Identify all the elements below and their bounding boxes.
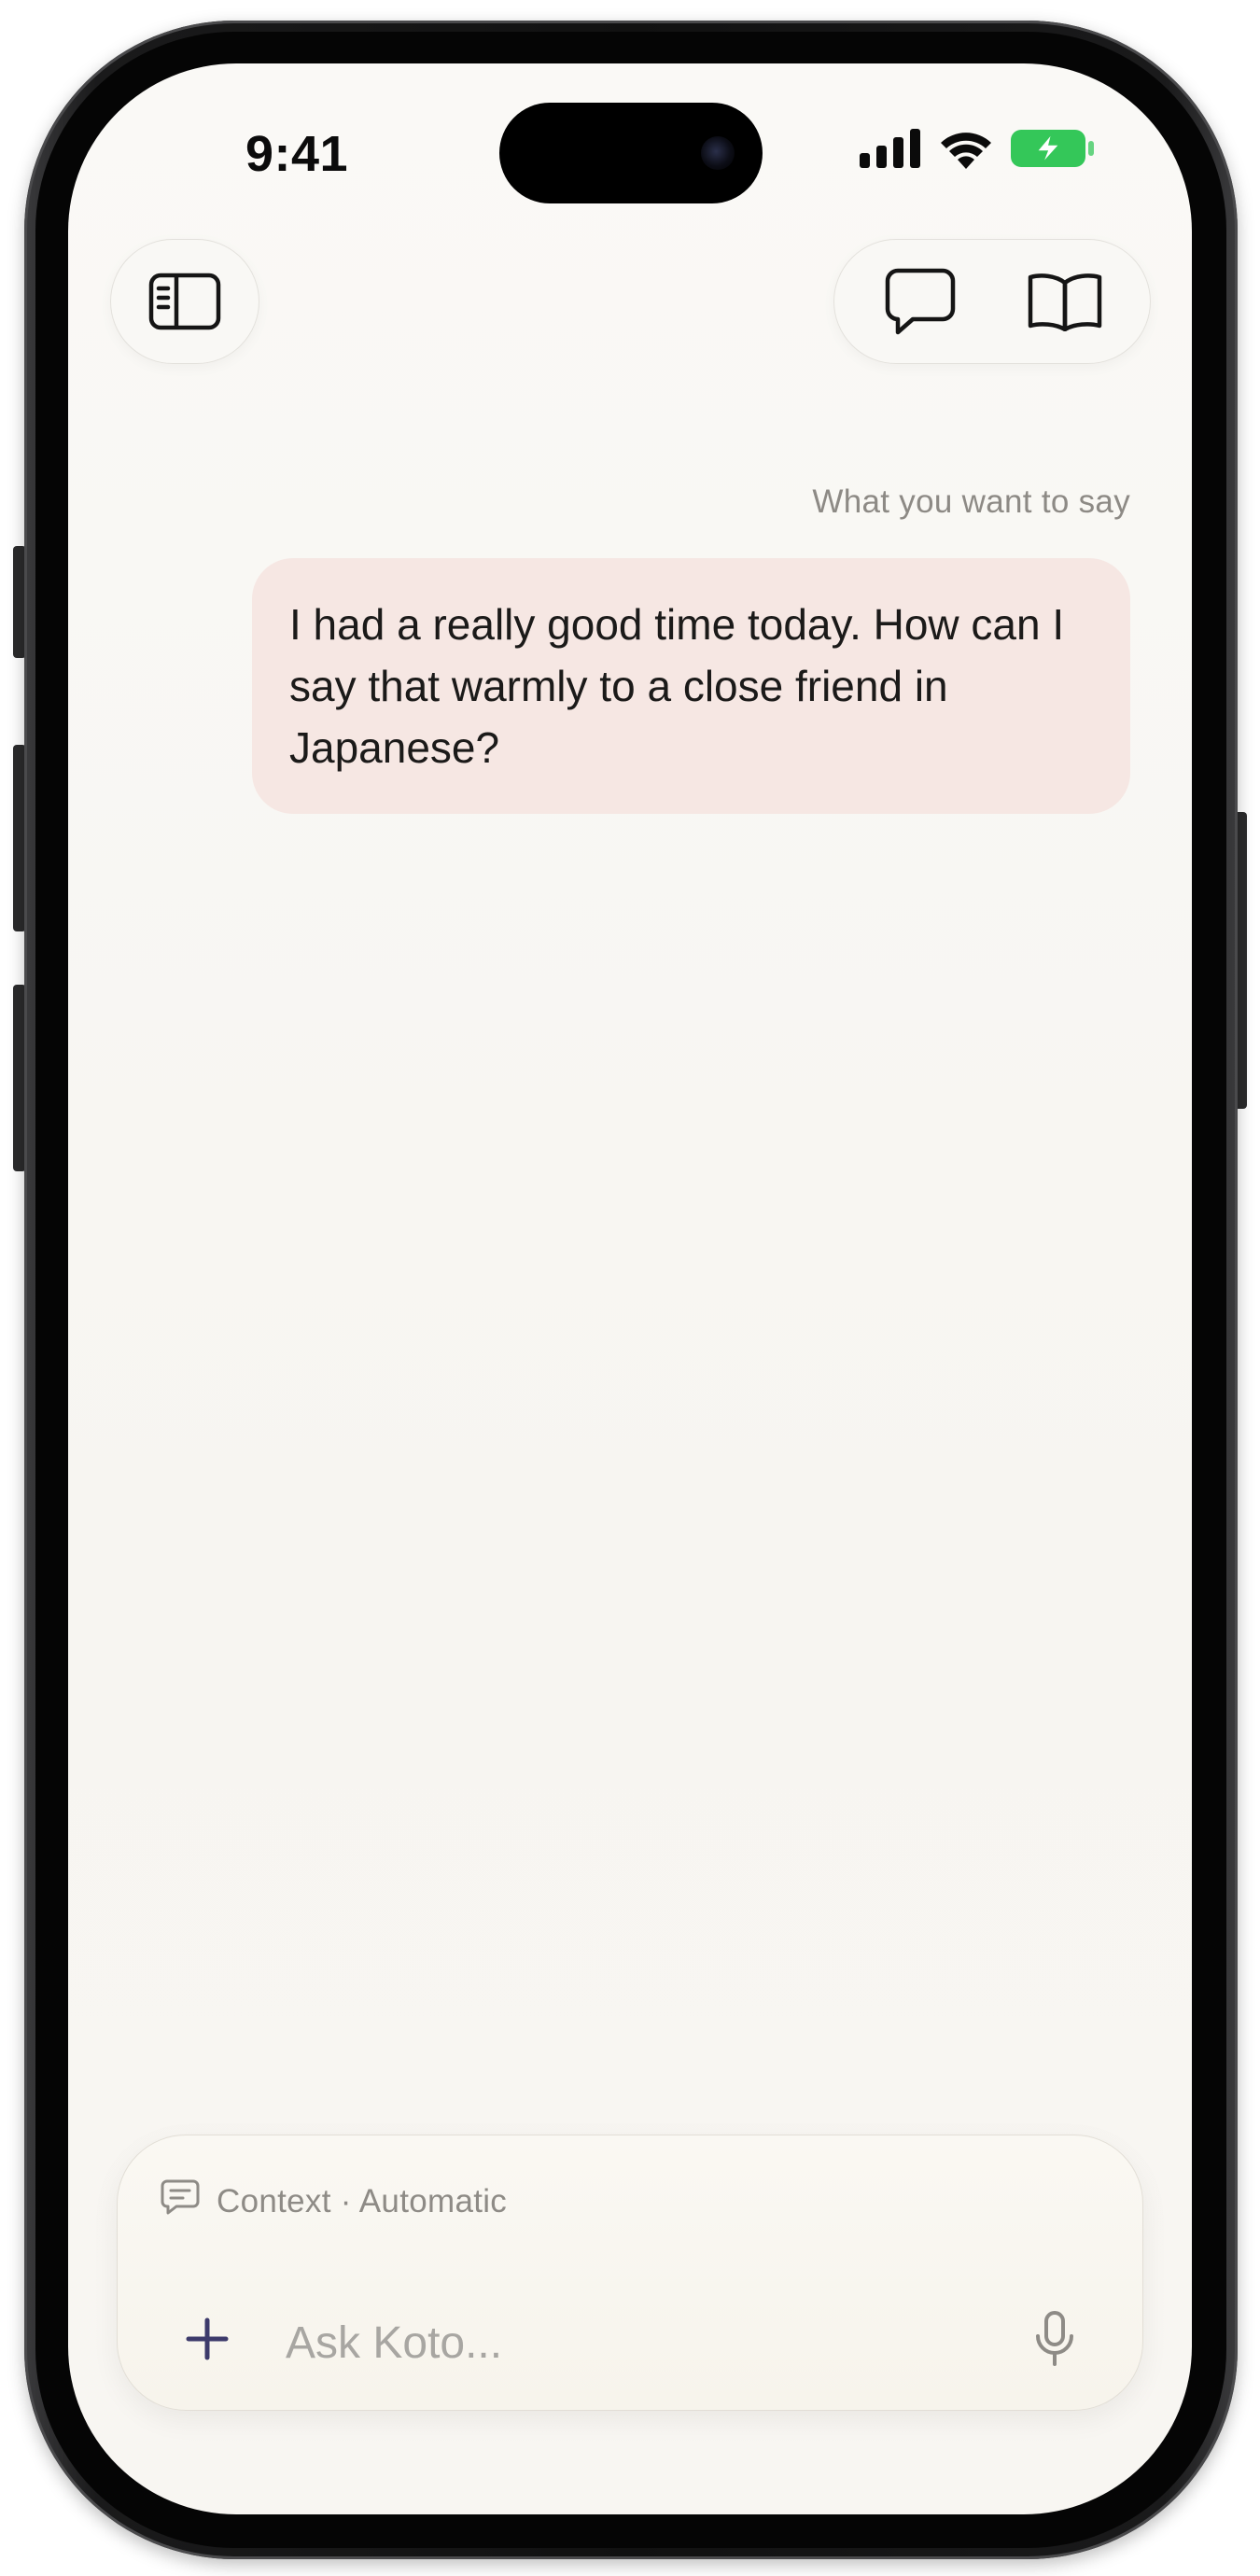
status-icons — [860, 125, 1095, 175]
add-attachment-button[interactable] — [170, 2303, 245, 2378]
voice-input-button[interactable] — [1017, 2303, 1092, 2378]
user-message-bubble: I had a really good time today. How can … — [252, 558, 1130, 814]
app-screen: 9:41 What you want to say I had a really… — [68, 63, 1192, 2514]
header-actions — [833, 239, 1151, 364]
context-selector[interactable]: Context · Automatic — [161, 2178, 507, 2224]
front-camera — [701, 136, 735, 170]
sidebar-icon — [133, 250, 236, 353]
comment-icon — [161, 2178, 200, 2224]
microphone-icon — [1034, 2310, 1075, 2373]
wifi-icon — [938, 128, 994, 174]
cellular-signal-icon — [860, 128, 921, 173]
ask-input[interactable] — [286, 2305, 995, 2380]
book-icon[interactable] — [1014, 250, 1116, 353]
composer: Context · Automatic — [117, 2135, 1143, 2411]
battery-charging-icon — [1011, 128, 1095, 174]
sidebar-toggle-button[interactable] — [110, 239, 259, 364]
dynamic-island — [499, 103, 763, 203]
context-label: Context · Automatic — [217, 2182, 508, 2219]
chat-bubble-icon[interactable] — [869, 250, 972, 353]
message-caption: What you want to say — [812, 483, 1130, 520]
plus-icon — [186, 2317, 229, 2365]
status-time: 9:41 — [245, 126, 349, 182]
